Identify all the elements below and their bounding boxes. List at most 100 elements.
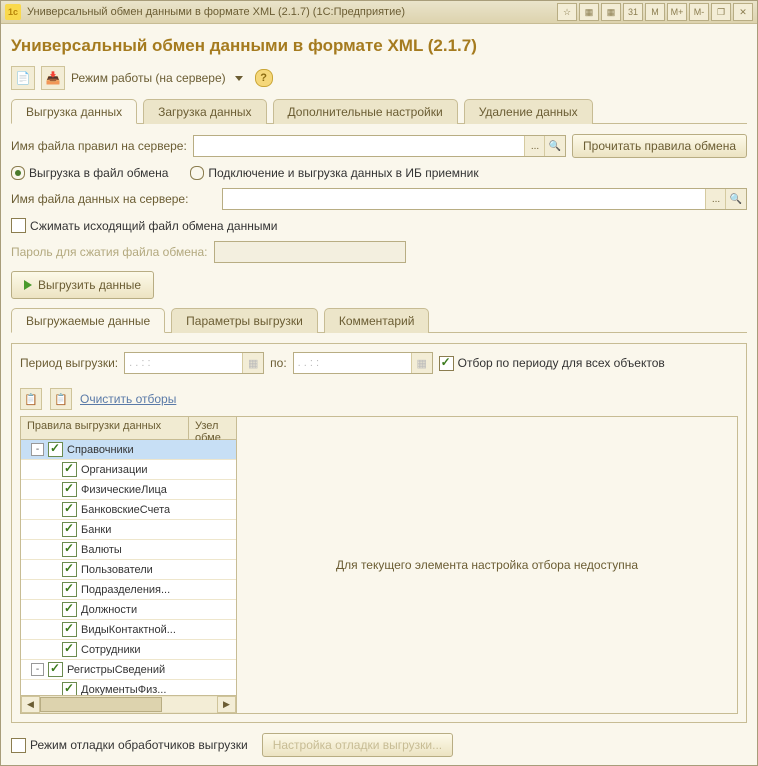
- tree-item-label: ВидыКонтактной...: [81, 624, 176, 636]
- tree-row[interactable]: Сотрудники: [21, 640, 236, 660]
- tree-checkbox-icon[interactable]: [62, 582, 77, 597]
- sub-tab[interactable]: Комментарий: [324, 308, 430, 333]
- tree-item-label: Валюты: [81, 544, 122, 556]
- tree-col-2[interactable]: Узел обме: [189, 417, 236, 439]
- sub-tab[interactable]: Выгружаемые данные: [11, 308, 165, 333]
- tree-checkbox-icon[interactable]: [62, 622, 77, 637]
- rules-file-search-icon[interactable]: 🔍: [544, 136, 565, 156]
- main-tab[interactable]: Дополнительные настройки: [273, 99, 458, 124]
- titlebar-button[interactable]: M: [645, 3, 665, 21]
- main-tab[interactable]: Выгрузка данных: [11, 99, 137, 124]
- debug-mode-checkbox[interactable]: Режим отладки обработчиков выгрузки: [11, 738, 248, 753]
- tree-hscrollbar[interactable]: ◀ ▶: [21, 695, 236, 713]
- app-window: 1c Универсальный обмен данными в формате…: [0, 0, 758, 766]
- tree-checkbox-icon[interactable]: [62, 562, 77, 577]
- tree-checkbox-icon[interactable]: [62, 502, 77, 517]
- play-icon: [24, 280, 32, 290]
- tree-checkbox-icon[interactable]: [62, 482, 77, 497]
- tree-toolbar: 📋 📋 Очистить отборы: [20, 388, 738, 410]
- clear-filters-link[interactable]: Очистить отборы: [80, 392, 176, 406]
- tree-toggle-icon[interactable]: -: [31, 663, 44, 676]
- tree-row[interactable]: - РегистрыСведений: [21, 660, 236, 680]
- tree-row[interactable]: ФизическиеЛица: [21, 480, 236, 500]
- tree-item-label: Пользователи: [81, 564, 153, 576]
- titlebar-button[interactable]: M-: [689, 3, 709, 21]
- help-icon[interactable]: ?: [255, 69, 273, 87]
- tree-item-label: Справочники: [67, 444, 134, 456]
- tree-row[interactable]: Организации: [21, 460, 236, 480]
- titlebar-button[interactable]: ❐: [711, 3, 731, 21]
- data-file-search-icon[interactable]: 🔍: [725, 189, 746, 209]
- radio-export-file[interactable]: Выгрузка в файл обмена: [11, 166, 168, 180]
- data-file-label: Имя файла данных на сервере:: [11, 192, 216, 206]
- main-tab[interactable]: Загрузка данных: [143, 99, 266, 124]
- toolbar-btn-1[interactable]: 📄: [11, 66, 35, 90]
- tree-checkbox-icon[interactable]: [62, 462, 77, 477]
- main-tabs: Выгрузка данныхЗагрузка данных Дополнител…: [11, 98, 747, 124]
- data-file-input[interactable]: ... 🔍: [222, 188, 747, 210]
- tree-body[interactable]: - Справочники Организации ФизическиеЛица Бан…: [21, 440, 236, 695]
- tree-row[interactable]: Должности: [21, 600, 236, 620]
- password-label: Пароль для сжатия файла обмена:: [11, 245, 208, 259]
- tree-toggle-icon[interactable]: -: [31, 443, 44, 456]
- data-file-browse-icon[interactable]: ...: [705, 189, 726, 209]
- tree-checkbox-icon[interactable]: [62, 542, 77, 557]
- period-to-input[interactable]: . . : :▦: [293, 352, 433, 374]
- export-panel: Период выгрузки: . . : :▦ по: . . : :▦ О…: [11, 343, 747, 723]
- tree-item-label: ФизическиеЛица: [81, 484, 167, 496]
- tree-row[interactable]: БанковскиеСчета: [21, 500, 236, 520]
- tree-col-1[interactable]: Правила выгрузки данных: [21, 417, 189, 439]
- tree-row[interactable]: ДокументыФиз...: [21, 680, 236, 695]
- mode-dropdown-icon[interactable]: [235, 76, 243, 81]
- titlebar-button[interactable]: ▦: [579, 3, 599, 21]
- compress-checkbox[interactable]: Сжимать исходящий файл обмена данными: [11, 218, 277, 233]
- tree-item-label: Организации: [81, 464, 148, 476]
- toolbar-btn-2[interactable]: 📥: [41, 66, 65, 90]
- rules-file-browse-icon[interactable]: ...: [524, 136, 545, 156]
- titlebar-button[interactable]: ☆: [557, 3, 577, 21]
- tree-checkbox-icon[interactable]: [62, 642, 77, 657]
- scroll-thumb[interactable]: [40, 697, 162, 712]
- tree-pane: Правила выгрузки данных Узел обме - Справ…: [21, 417, 237, 713]
- tree-checkbox-icon[interactable]: [62, 522, 77, 537]
- tree-item-label: Подразделения...: [81, 584, 170, 596]
- sub-tab[interactable]: Параметры выгрузки: [171, 308, 318, 333]
- content-area: Универсальный обмен данными в формате XM…: [1, 24, 757, 765]
- rules-file-input[interactable]: ... 🔍: [193, 135, 566, 157]
- tree-checkbox-icon[interactable]: [62, 682, 77, 695]
- password-input: [214, 241, 406, 263]
- tree-item-label: Сотрудники: [81, 644, 141, 656]
- tree-item-label: Должности: [81, 604, 137, 616]
- read-rules-button[interactable]: Прочитать правила обмена: [572, 134, 747, 158]
- tree-row[interactable]: Пользователи: [21, 560, 236, 580]
- period-to-label: по:: [270, 356, 287, 370]
- debug-settings-button: Настройка отладки выгрузки...: [262, 733, 453, 757]
- calendar-icon[interactable]: ▦: [411, 353, 432, 373]
- scroll-track[interactable]: [40, 697, 217, 712]
- titlebar-button[interactable]: ✕: [733, 3, 753, 21]
- tree-row[interactable]: Подразделения...: [21, 580, 236, 600]
- tree-row[interactable]: ВидыКонтактной...: [21, 620, 236, 640]
- scroll-right-icon[interactable]: ▶: [217, 696, 236, 713]
- toolbar-icon-2[interactable]: 📋: [50, 388, 72, 410]
- calendar-icon[interactable]: ▦: [242, 353, 263, 373]
- tree-row[interactable]: - Справочники: [21, 440, 236, 460]
- period-from-input[interactable]: . . : :▦: [124, 352, 264, 374]
- tree-checkbox-icon[interactable]: [62, 602, 77, 617]
- scroll-left-icon[interactable]: ◀: [21, 696, 40, 713]
- radio-export-ib[interactable]: Подключение и выгрузка данных в ИБ прием…: [190, 166, 478, 180]
- titlebar-button[interactable]: ▦: [601, 3, 621, 21]
- export-button[interactable]: Выгрузить данные: [11, 271, 154, 299]
- tree-row[interactable]: Банки: [21, 520, 236, 540]
- tree-item-label: РегистрыСведений: [67, 664, 165, 676]
- checkbox-off-icon: [11, 738, 26, 753]
- period-filter-checkbox[interactable]: Отбор по периоду для всех объектов: [439, 356, 665, 371]
- tree-checkbox-icon[interactable]: [48, 662, 63, 677]
- tree-checkbox-icon[interactable]: [48, 442, 63, 457]
- titlebar-button[interactable]: M+: [667, 3, 687, 21]
- split-panel: Правила выгрузки данных Узел обме - Справ…: [20, 416, 738, 714]
- main-tab[interactable]: Удаление данных: [464, 99, 593, 124]
- tree-row[interactable]: Валюты: [21, 540, 236, 560]
- toolbar-icon-1[interactable]: 📋: [20, 388, 42, 410]
- titlebar-button[interactable]: 31: [623, 3, 643, 21]
